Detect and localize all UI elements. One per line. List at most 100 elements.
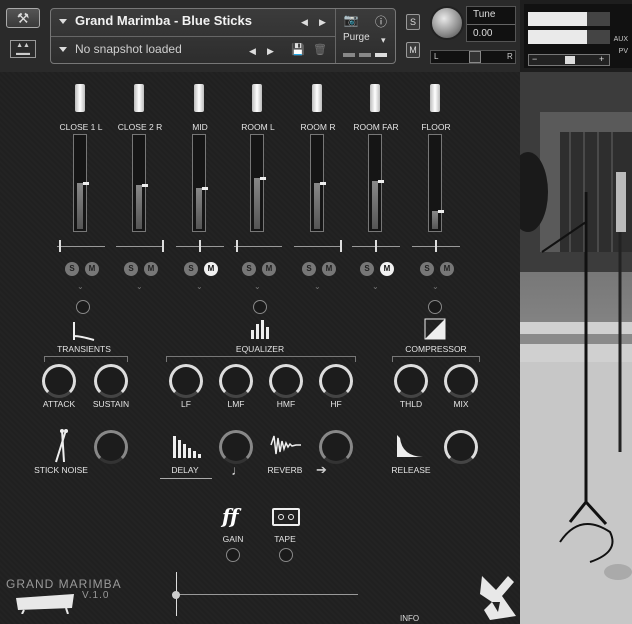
volume-fader[interactable] <box>132 134 148 232</box>
thld-knob[interactable] <box>394 364 428 398</box>
delay-icon[interactable] <box>172 434 202 458</box>
channel-solo-button[interactable]: S <box>65 262 79 276</box>
channel-solo-button[interactable]: S <box>184 262 198 276</box>
channel-mute-button[interactable]: M <box>85 262 99 276</box>
gain-power-led[interactable] <box>226 548 240 562</box>
fader-handle[interactable] <box>83 182 89 185</box>
fader-handle[interactable] <box>438 210 444 213</box>
next-instrument-icon[interactable]: ▶ <box>319 17 326 28</box>
info-icon[interactable]: ⓘ <box>371 13 391 29</box>
chevron-down-icon[interactable]: ⌄ <box>314 282 321 291</box>
arrow-right-icon[interactable]: ➔ <box>316 462 327 478</box>
channel-pan-slider[interactable] <box>57 246 105 247</box>
pan-right-label: R <box>507 52 513 61</box>
compressor-power-led[interactable] <box>428 300 442 314</box>
purge-dropdown[interactable]: Purge <box>343 32 370 43</box>
chevron-down-icon[interactable]: ⌄ <box>136 282 143 291</box>
hf-knob[interactable] <box>319 364 353 398</box>
fader-handle[interactable] <box>142 184 148 187</box>
channel-mute-button[interactable]: M <box>322 262 336 276</box>
chevron-down-icon[interactable]: ⌄ <box>77 282 84 291</box>
channel-label: CLOSE 1 L <box>59 122 103 132</box>
channel-solo-button[interactable]: S <box>124 262 138 276</box>
channel-pan-slider[interactable] <box>234 246 282 247</box>
prev-instrument-icon[interactable]: ◀ <box>301 17 308 28</box>
envelope-display[interactable] <box>172 594 358 595</box>
channel-solo-button[interactable]: S <box>360 262 374 276</box>
aux-label[interactable]: AUX <box>614 36 628 43</box>
reverb-icon[interactable] <box>270 434 302 456</box>
channel-pan-slider[interactable] <box>116 246 164 247</box>
sustain-knob[interactable] <box>94 364 128 398</box>
volume-fader[interactable] <box>250 134 266 232</box>
volume-fader[interactable] <box>428 134 444 232</box>
instrument-menu-icon[interactable] <box>59 19 67 24</box>
pan-handle[interactable] <box>469 51 481 63</box>
fader-handle[interactable] <box>378 180 384 183</box>
prev-snapshot-icon[interactable]: ◀ <box>249 46 256 57</box>
pan-handle[interactable] <box>162 240 164 252</box>
release-knob[interactable] <box>444 430 478 464</box>
fader-handle[interactable] <box>260 177 266 180</box>
channel-pan-slider[interactable] <box>294 246 342 247</box>
channel-mute-button[interactable]: M <box>262 262 276 276</box>
studio-photo <box>520 72 632 624</box>
sustain-label: SUSTAIN <box>92 399 130 409</box>
equalizer-power-led[interactable] <box>253 300 267 314</box>
chevron-down-icon[interactable]: ⌄ <box>432 282 439 291</box>
info-button[interactable]: INFO <box>400 614 419 623</box>
pan-handle[interactable] <box>199 240 201 252</box>
volume-handle[interactable] <box>565 56 575 64</box>
stick-noise-knob[interactable] <box>94 430 128 464</box>
chevron-down-icon[interactable]: ⌄ <box>372 282 379 291</box>
hmf-knob[interactable] <box>269 364 303 398</box>
envelope-handle[interactable] <box>172 591 180 599</box>
channel-mute-button[interactable]: M <box>440 262 454 276</box>
channel-solo-button[interactable]: S <box>302 262 316 276</box>
chevron-down-icon[interactable]: ⌄ <box>254 282 261 291</box>
channel-mute-button[interactable]: M <box>144 262 158 276</box>
channel-strip: MID S M ⌄ <box>172 82 228 312</box>
volume-fader[interactable] <box>368 134 384 232</box>
solo-button[interactable]: S <box>406 14 420 30</box>
volume-fader[interactable] <box>192 134 208 232</box>
channel-strip: ROOM FAR S M ⌄ <box>348 82 404 312</box>
volume-fader[interactable] <box>73 134 89 232</box>
chevron-down-icon[interactable]: ▾ <box>381 35 386 46</box>
pan-slider[interactable]: L R <box>430 50 516 64</box>
delete-snapshot-icon[interactable]: 🗑 <box>313 43 327 56</box>
pv-label[interactable]: PV <box>619 48 628 55</box>
snapshot-camera-icon[interactable]: 📷 <box>341 13 361 29</box>
mute-button[interactable]: M <box>406 42 420 58</box>
delay-time-knob[interactable] <box>219 430 253 464</box>
pan-handle[interactable] <box>236 240 238 252</box>
channel-mute-button[interactable]: M <box>380 262 394 276</box>
snapshot-name[interactable]: No snapshot loaded <box>75 42 182 56</box>
channel-solo-button[interactable]: S <box>420 262 434 276</box>
fader-handle[interactable] <box>202 187 208 190</box>
tape-power-led[interactable] <box>279 548 293 562</box>
lmf-knob[interactable] <box>219 364 253 398</box>
channel-label: FLOOR <box>421 122 451 132</box>
lf-knob[interactable] <box>169 364 203 398</box>
pan-handle[interactable] <box>340 240 342 252</box>
channel-solo-button[interactable]: S <box>242 262 256 276</box>
volume-slider[interactable]: − + <box>528 54 610 66</box>
save-snapshot-icon[interactable]: 💾 <box>291 43 305 56</box>
pan-handle[interactable] <box>435 240 437 252</box>
volume-fader[interactable] <box>310 134 326 232</box>
fader-handle[interactable] <box>320 182 326 185</box>
mix-knob[interactable] <box>444 364 478 398</box>
pan-handle[interactable] <box>375 240 377 252</box>
chevron-down-icon[interactable]: ⌄ <box>196 282 203 291</box>
reverb-knob[interactable] <box>319 430 353 464</box>
pan-handle[interactable] <box>59 240 61 252</box>
next-snapshot-icon[interactable]: ▶ <box>267 46 274 57</box>
channel-mute-button[interactable]: M <box>204 262 218 276</box>
tune-knob[interactable] <box>430 6 464 40</box>
wrench-icon[interactable]: ⚒ <box>6 8 40 28</box>
transients-power-led[interactable] <box>76 300 90 314</box>
attack-knob[interactable] <box>42 364 76 398</box>
snapshot-menu-icon[interactable] <box>59 47 67 52</box>
tune-value[interactable]: 0.00 <box>473 28 492 39</box>
